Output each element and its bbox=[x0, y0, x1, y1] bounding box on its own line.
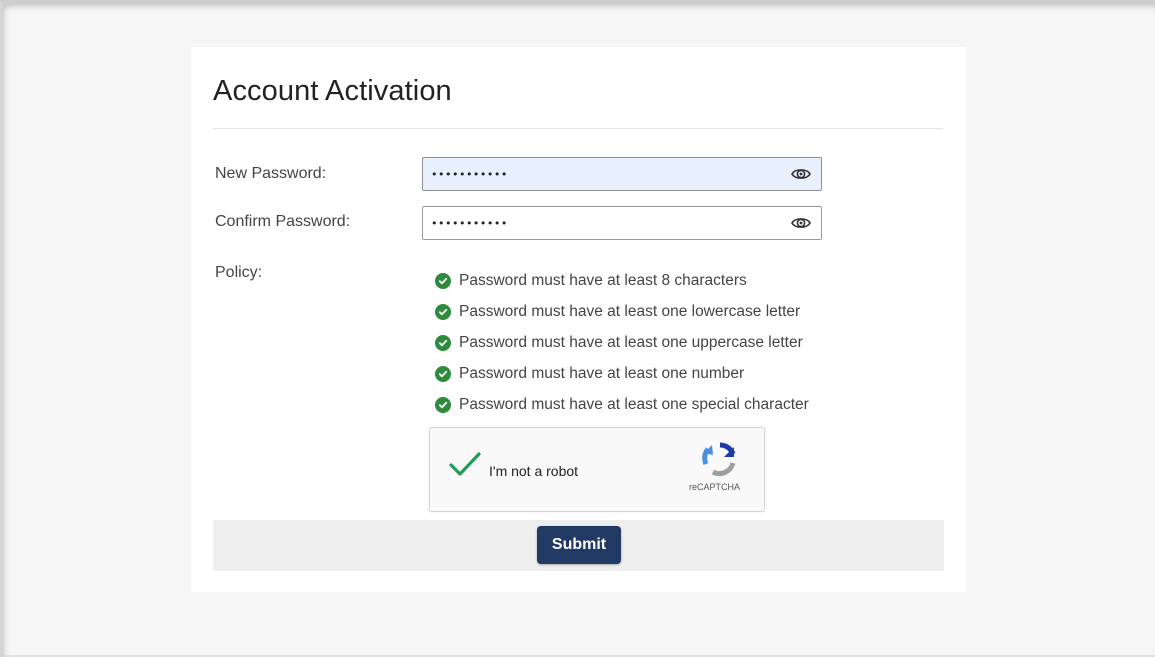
check-circle-icon bbox=[435, 303, 451, 320]
activation-card: Account Activation New Password: Confirm… bbox=[191, 47, 966, 592]
page-title: Account Activation bbox=[213, 75, 452, 107]
eye-icon[interactable] bbox=[791, 166, 811, 182]
title-divider bbox=[213, 128, 943, 129]
policy-item: Password must have at least one special … bbox=[435, 389, 809, 420]
confirm-password-field bbox=[422, 206, 822, 240]
confirm-password-label: Confirm Password: bbox=[215, 213, 351, 230]
policy-item-text: Password must have at least one special … bbox=[459, 395, 809, 413]
check-circle-icon bbox=[435, 365, 451, 382]
policy-item: Password must have at least one lowercas… bbox=[435, 296, 809, 327]
recaptcha-label: I'm not a robot bbox=[489, 463, 579, 479]
eye-icon[interactable] bbox=[791, 215, 811, 231]
policy-item-text: Password must have at least 8 characters bbox=[459, 271, 747, 289]
recaptcha-logo-icon bbox=[701, 441, 739, 477]
policy-list: Password must have at least 8 characters… bbox=[435, 265, 809, 420]
policy-item-text: Password must have at least one number bbox=[459, 364, 745, 382]
recaptcha-widget: I'm not a robot reCAPTCHA bbox=[429, 427, 765, 512]
form-footer: Submit bbox=[213, 520, 944, 571]
recaptcha-checkbox[interactable] bbox=[448, 450, 482, 480]
new-password-label: New Password: bbox=[215, 165, 327, 182]
policy-item-text: Password must have at least one lowercas… bbox=[459, 302, 801, 320]
policy-label: Policy: bbox=[215, 264, 263, 281]
new-password-input[interactable] bbox=[431, 158, 771, 190]
policy-item: Password must have at least one uppercas… bbox=[435, 327, 809, 358]
policy-item-text: Password must have at least one uppercas… bbox=[459, 333, 803, 351]
recaptcha-brand: reCAPTCHA bbox=[689, 482, 741, 492]
submit-button[interactable]: Submit bbox=[537, 526, 621, 564]
policy-item: Password must have at least one number bbox=[435, 358, 809, 389]
policy-item: Password must have at least 8 characters bbox=[435, 265, 809, 296]
check-circle-icon bbox=[435, 334, 451, 351]
check-circle-icon bbox=[435, 272, 451, 289]
confirm-password-input[interactable] bbox=[431, 207, 771, 239]
new-password-field bbox=[422, 157, 822, 191]
check-circle-icon bbox=[435, 396, 451, 413]
screenshot-frame: Account Activation New Password: Confirm… bbox=[0, 0, 1155, 657]
